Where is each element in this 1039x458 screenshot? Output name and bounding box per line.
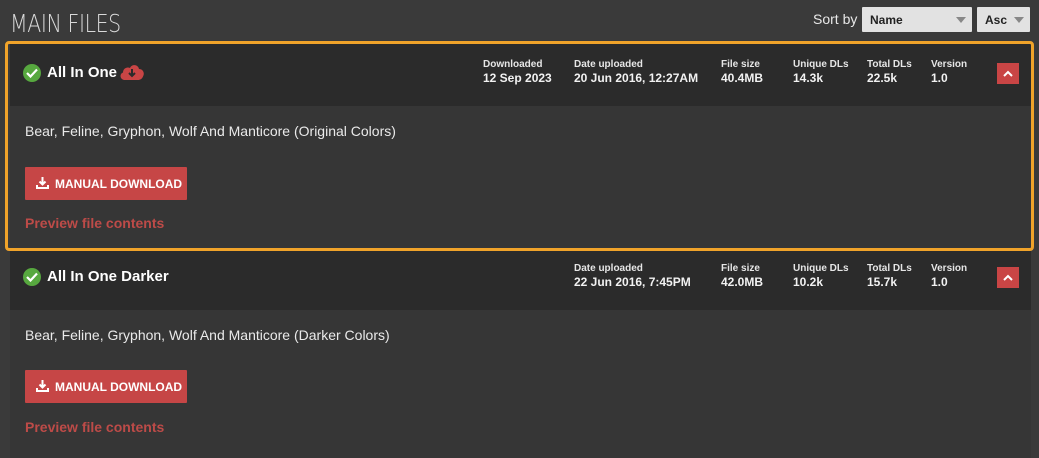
download-icon (36, 380, 49, 392)
file-description: Bear, Feline, Gryphon, Wolf And Manticor… (25, 123, 396, 139)
sort-label: Sort by (813, 11, 858, 27)
file-size-meta: File size 40.4MB (721, 59, 764, 85)
file-header[interactable]: All In One Downloaded 12 Sep 2023 Date u… (10, 44, 1031, 106)
unique-dls-meta: Unique DLs 14.3k (793, 59, 849, 85)
page-title: MAIN FILES (10, 9, 121, 38)
file-size-meta: File size 42.0MB (721, 263, 764, 289)
uploaded-meta: Date uploaded 22 Jun 2016, 7:45PM (574, 263, 691, 289)
manual-download-label: MANUAL DOWNLOAD (55, 177, 183, 191)
uploaded-meta: Date uploaded 20 Jun 2016, 12:27AM (574, 59, 699, 85)
sort-field-value: Name (870, 13, 903, 27)
file-name: All In One (47, 64, 118, 81)
file-panel: All In One Darker Date uploaded 22 Jun 2… (10, 248, 1031, 458)
version-meta: Version 1.0 (931, 59, 968, 85)
file-description: Bear, Feline, Gryphon, Wolf And Manticor… (25, 327, 390, 343)
unique-dls-meta: Unique DLs 10.2k (793, 263, 849, 289)
total-dls-meta: Total DLs 15.7k (867, 263, 912, 289)
file-panel: All In One Downloaded 12 Sep 2023 Date u… (10, 44, 1031, 248)
manual-download-label: MANUAL DOWNLOAD (55, 380, 183, 394)
preview-file-contents-link[interactable]: Preview file contents (25, 419, 164, 435)
sort-field-select[interactable]: Name (862, 7, 972, 32)
chevron-down-icon (1014, 17, 1024, 23)
downloaded-meta: Downloaded 12 Sep 2023 (483, 59, 552, 85)
manual-download-button[interactable]: MANUAL DOWNLOAD (25, 370, 187, 403)
check-circle-icon (23, 268, 41, 286)
preview-file-contents-link[interactable]: Preview file contents (25, 215, 164, 231)
version-meta: Version 1.0 (931, 263, 968, 289)
sort-order-value: Asc (985, 13, 1008, 27)
download-icon (36, 177, 49, 189)
manual-download-button[interactable]: MANUAL DOWNLOAD (25, 167, 187, 200)
file-name: All In One Darker (47, 268, 169, 285)
sort-order-select[interactable]: Asc (977, 7, 1030, 32)
file-header[interactable]: All In One Darker Date uploaded 22 Jun 2… (10, 248, 1031, 310)
collapse-button[interactable] (997, 267, 1019, 288)
check-circle-icon (23, 64, 41, 82)
collapse-button[interactable] (997, 63, 1019, 84)
downloaded-cloud-icon (119, 63, 145, 86)
chevron-down-icon (956, 17, 966, 23)
total-dls-meta: Total DLs 22.5k (867, 59, 912, 85)
